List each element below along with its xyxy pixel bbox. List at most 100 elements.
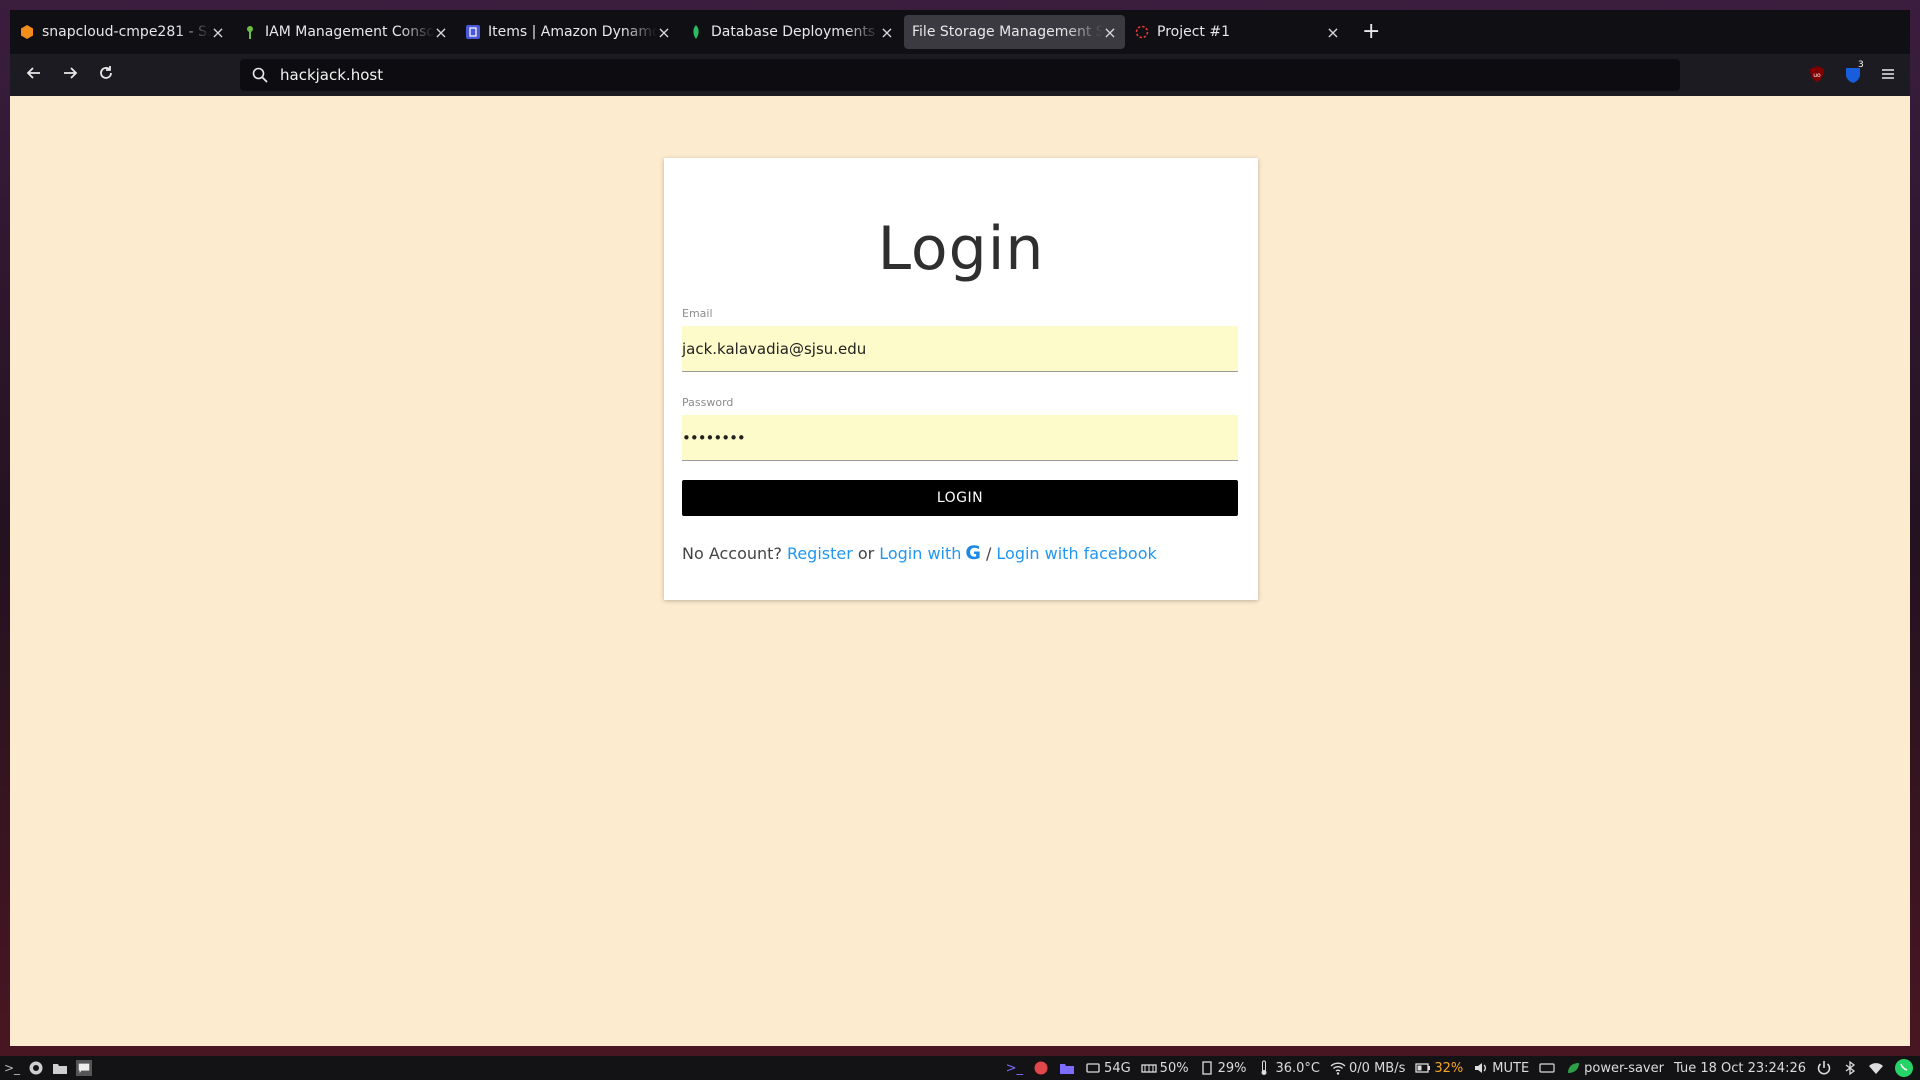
new-tab-button[interactable]: + bbox=[1362, 21, 1380, 43]
arrow-left-icon bbox=[26, 66, 40, 79]
aws-s3-icon bbox=[21, 25, 33, 39]
disk-usage: 54G bbox=[1085, 1060, 1131, 1076]
no-account-text: No Account? bbox=[682, 543, 782, 563]
thermometer-icon bbox=[1261, 1060, 1267, 1075]
login-title: Login bbox=[877, 214, 1045, 284]
close-icon[interactable]: × bbox=[880, 23, 894, 42]
svg-text:uo: uo bbox=[1813, 72, 1821, 79]
password-field[interactable]: •••••••• bbox=[682, 415, 1238, 461]
firefox-icon[interactable] bbox=[28, 1060, 44, 1076]
email-field[interactable]: jack.kalavadia@sjsu.edu bbox=[682, 326, 1238, 372]
forward-button[interactable] bbox=[52, 65, 88, 86]
temperature: 36.0°C bbox=[1256, 1060, 1320, 1076]
login-button-label: LOGIN bbox=[936, 490, 984, 506]
memory-value: 50% bbox=[1159, 1060, 1189, 1076]
temperature-value: 36.0°C bbox=[1275, 1060, 1321, 1076]
power-profile-value: power-saver bbox=[1584, 1060, 1664, 1076]
close-icon[interactable]: × bbox=[1103, 23, 1117, 42]
mongodb-leaf-icon bbox=[693, 25, 699, 39]
close-icon[interactable]: × bbox=[1326, 23, 1340, 42]
tab-label: IAM Management Console bbox=[265, 24, 434, 40]
url-bar[interactable]: hackjack.host bbox=[240, 59, 1680, 91]
login-with-facebook-link[interactable]: Login with facebook bbox=[996, 544, 1156, 563]
or-text: or bbox=[857, 543, 875, 563]
email-label: Email bbox=[682, 307, 713, 320]
reload-icon bbox=[100, 65, 112, 79]
loading-spinner-icon bbox=[1135, 25, 1149, 39]
desktop: snapcloud-cmpe281 - S3 bucket × IAM Mana… bbox=[0, 0, 1920, 1080]
google-icon: G bbox=[965, 542, 981, 564]
tab-label: snapcloud-cmpe281 - S3 bucket bbox=[42, 24, 211, 40]
bluetooth-icon[interactable] bbox=[1842, 1060, 1858, 1076]
password-value: •••••••• bbox=[682, 428, 746, 447]
leaf-icon bbox=[1568, 1063, 1580, 1073]
tab-label: Items | Amazon DynamoDB bbox=[488, 24, 657, 40]
tab-label: Database Deployments | Cloud bbox=[711, 24, 880, 40]
browser-window: snapcloud-cmpe281 - S3 bucket × IAM Mana… bbox=[10, 10, 1910, 1046]
tab-project-1[interactable]: Project #1 × bbox=[1127, 15, 1348, 49]
battery-icon bbox=[1415, 1063, 1431, 1073]
volume-value: MUTE bbox=[1492, 1060, 1530, 1076]
cpu-value: 29% bbox=[1217, 1060, 1247, 1076]
back-button[interactable] bbox=[16, 65, 52, 86]
login-card: Login Email jack.kalavadia@sjsu.edu Pass… bbox=[664, 158, 1258, 600]
speaker-icon bbox=[1475, 1063, 1487, 1073]
memory-usage: 50% bbox=[1141, 1060, 1189, 1076]
register-link[interactable]: Register bbox=[787, 544, 853, 563]
taskbar: >_ >_ 54G 50% 29% 36.0°C 0/0 MB/s 32% MU… bbox=[0, 1056, 1920, 1080]
keyboard-icon bbox=[1539, 1063, 1555, 1073]
folder-tray-icon[interactable] bbox=[1059, 1060, 1075, 1076]
url-text: hackjack.host bbox=[280, 66, 384, 84]
firefox-tray-icon[interactable] bbox=[1033, 1060, 1049, 1076]
login-button[interactable]: LOGIN bbox=[682, 480, 1238, 516]
tab-label: Project #1 bbox=[1157, 24, 1230, 40]
wifi-tray-icon[interactable] bbox=[1868, 1060, 1884, 1076]
tab-label: File Storage Management System bbox=[912, 24, 1103, 40]
battery: 32% bbox=[1415, 1060, 1463, 1076]
memory-icon bbox=[1141, 1064, 1157, 1073]
whatsapp-icon[interactable] bbox=[1894, 1058, 1914, 1078]
close-icon[interactable]: × bbox=[657, 23, 671, 42]
tab-bar: snapcloud-cmpe281 - S3 bucket × IAM Mana… bbox=[10, 10, 1910, 54]
terminal-icon[interactable]: >_ bbox=[4, 1061, 20, 1075]
iam-key-icon bbox=[247, 26, 253, 39]
cpu-usage: 29% bbox=[1199, 1060, 1247, 1076]
tab-dynamodb[interactable]: Items | Amazon DynamoDB × bbox=[458, 15, 679, 49]
password-label: Password bbox=[682, 396, 734, 409]
volume[interactable]: MUTE bbox=[1473, 1060, 1529, 1076]
cpu-icon bbox=[1201, 1061, 1212, 1075]
dynamodb-icon bbox=[466, 25, 480, 39]
network-value: 0/0 MB/s bbox=[1349, 1060, 1406, 1076]
page-content: Login Email jack.kalavadia@sjsu.edu Pass… bbox=[10, 96, 1910, 1046]
close-icon[interactable]: × bbox=[434, 23, 448, 42]
extension-badge: 3 bbox=[1858, 60, 1864, 70]
tab-s3[interactable]: snapcloud-cmpe281 - S3 bucket × bbox=[12, 15, 233, 49]
reload-button[interactable] bbox=[88, 65, 124, 86]
nav-bar: hackjack.host uo 3 bbox=[10, 54, 1910, 96]
clock[interactable]: Tue 18 Oct 23:24:26 bbox=[1674, 1061, 1806, 1076]
login-with-google-link[interactable]: Login with G bbox=[879, 542, 981, 564]
arrow-right-icon bbox=[64, 66, 78, 79]
alt-login-row: No Account? Register or Login with G / L… bbox=[682, 542, 1157, 564]
tab-iam[interactable]: IAM Management Console × bbox=[235, 15, 456, 49]
power-icon[interactable] bbox=[1816, 1060, 1832, 1076]
system-tray: >_ 54G 50% 29% 36.0°C 0/0 MB/s 32% MUTE … bbox=[1006, 1056, 1914, 1080]
close-icon[interactable]: × bbox=[211, 23, 225, 42]
network-speed: 0/0 MB/s bbox=[1330, 1060, 1405, 1076]
tab-database-deployments[interactable]: Database Deployments | Cloud × bbox=[681, 15, 902, 49]
slash-separator: / bbox=[986, 543, 992, 563]
hamburger-menu-icon[interactable] bbox=[1879, 65, 1897, 83]
login-with-text: Login with bbox=[879, 543, 962, 563]
folder-icon[interactable] bbox=[52, 1060, 68, 1076]
disk-icon bbox=[1086, 1063, 1100, 1073]
ublock-origin-icon[interactable]: uo bbox=[1808, 65, 1826, 83]
search-icon bbox=[252, 67, 268, 83]
taskbar-launchers: >_ bbox=[0, 1060, 93, 1076]
terminal-tray-icon[interactable]: >_ bbox=[1006, 1061, 1023, 1076]
chat-icon[interactable] bbox=[76, 1060, 93, 1076]
battery-value: 32% bbox=[1434, 1060, 1464, 1076]
power-profile[interactable]: power-saver bbox=[1565, 1060, 1664, 1076]
email-value: jack.kalavadia@sjsu.edu bbox=[682, 339, 867, 358]
tab-file-storage[interactable]: File Storage Management System × bbox=[904, 15, 1125, 49]
disk-value: 54G bbox=[1104, 1060, 1131, 1076]
